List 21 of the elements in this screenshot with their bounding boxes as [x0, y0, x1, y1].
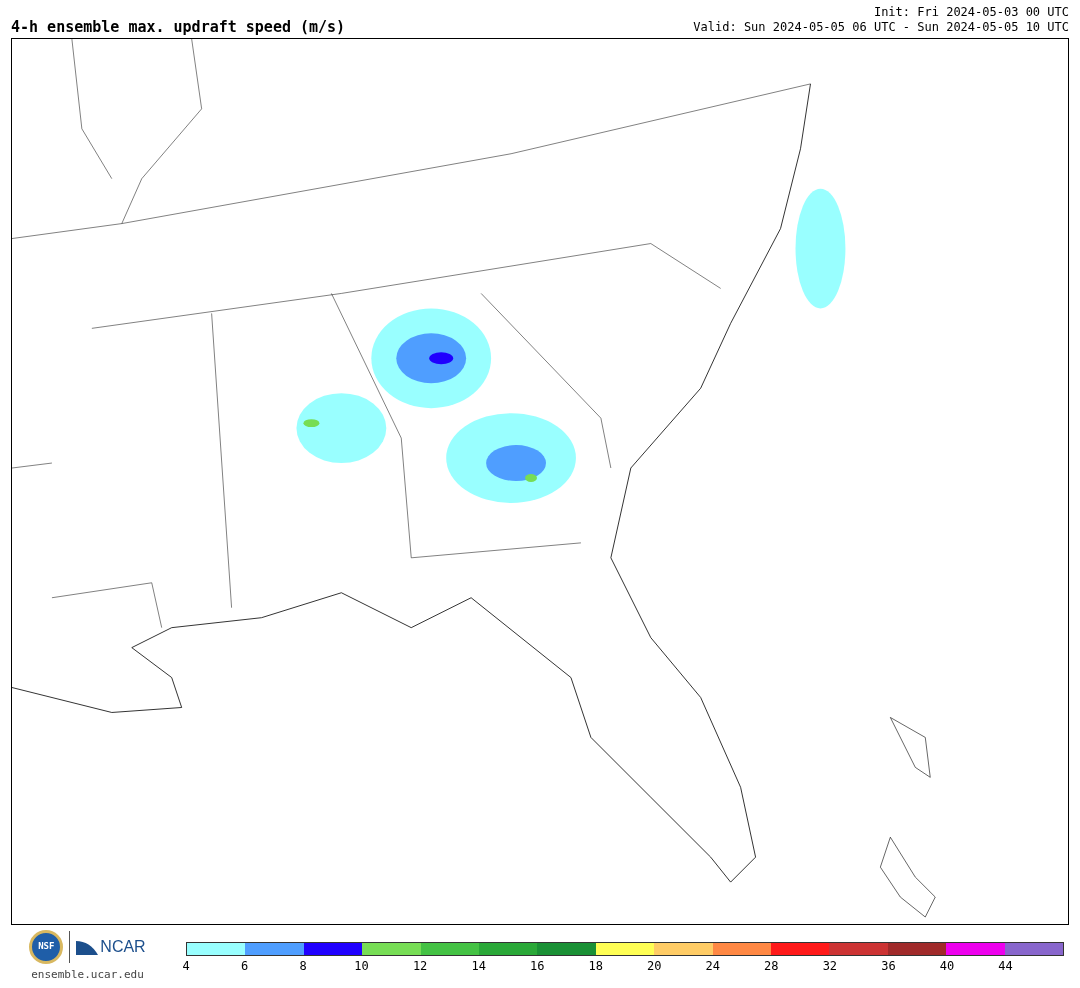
tick-label: 44: [998, 960, 1013, 972]
tick-label: 24: [705, 960, 720, 972]
tick-label: 40: [939, 960, 955, 972]
tick-label: 16: [529, 960, 545, 972]
ncar-logo: NCAR: [76, 935, 146, 959]
valid-time: Valid: Sun 2024-05-05 06 UTC - Sun 2024-05-05 10 UTC: [693, 20, 1069, 35]
tick-label: 28: [764, 960, 779, 972]
nsf-logo: NSF: [29, 930, 64, 964]
tick-label: 36: [881, 960, 896, 972]
init-time: Init: Fri 2024-05-03 00 UTC: [873, 5, 1069, 20]
tick-label: 12: [412, 960, 428, 972]
tick-label: 32: [822, 960, 838, 972]
tick-label: 20: [647, 960, 662, 972]
chart-title: 4-h ensemble max. updraft speed (m/s): [11, 20, 346, 35]
tick-label: 18: [588, 960, 603, 972]
website-url: ensemble.ucar.edu: [31, 967, 144, 983]
tick-label: 4: [182, 960, 190, 972]
tick-label: 14: [471, 960, 486, 972]
tick-label: 8: [299, 960, 307, 972]
tick-label: 6: [240, 960, 249, 972]
tick-label: 10: [354, 960, 369, 972]
